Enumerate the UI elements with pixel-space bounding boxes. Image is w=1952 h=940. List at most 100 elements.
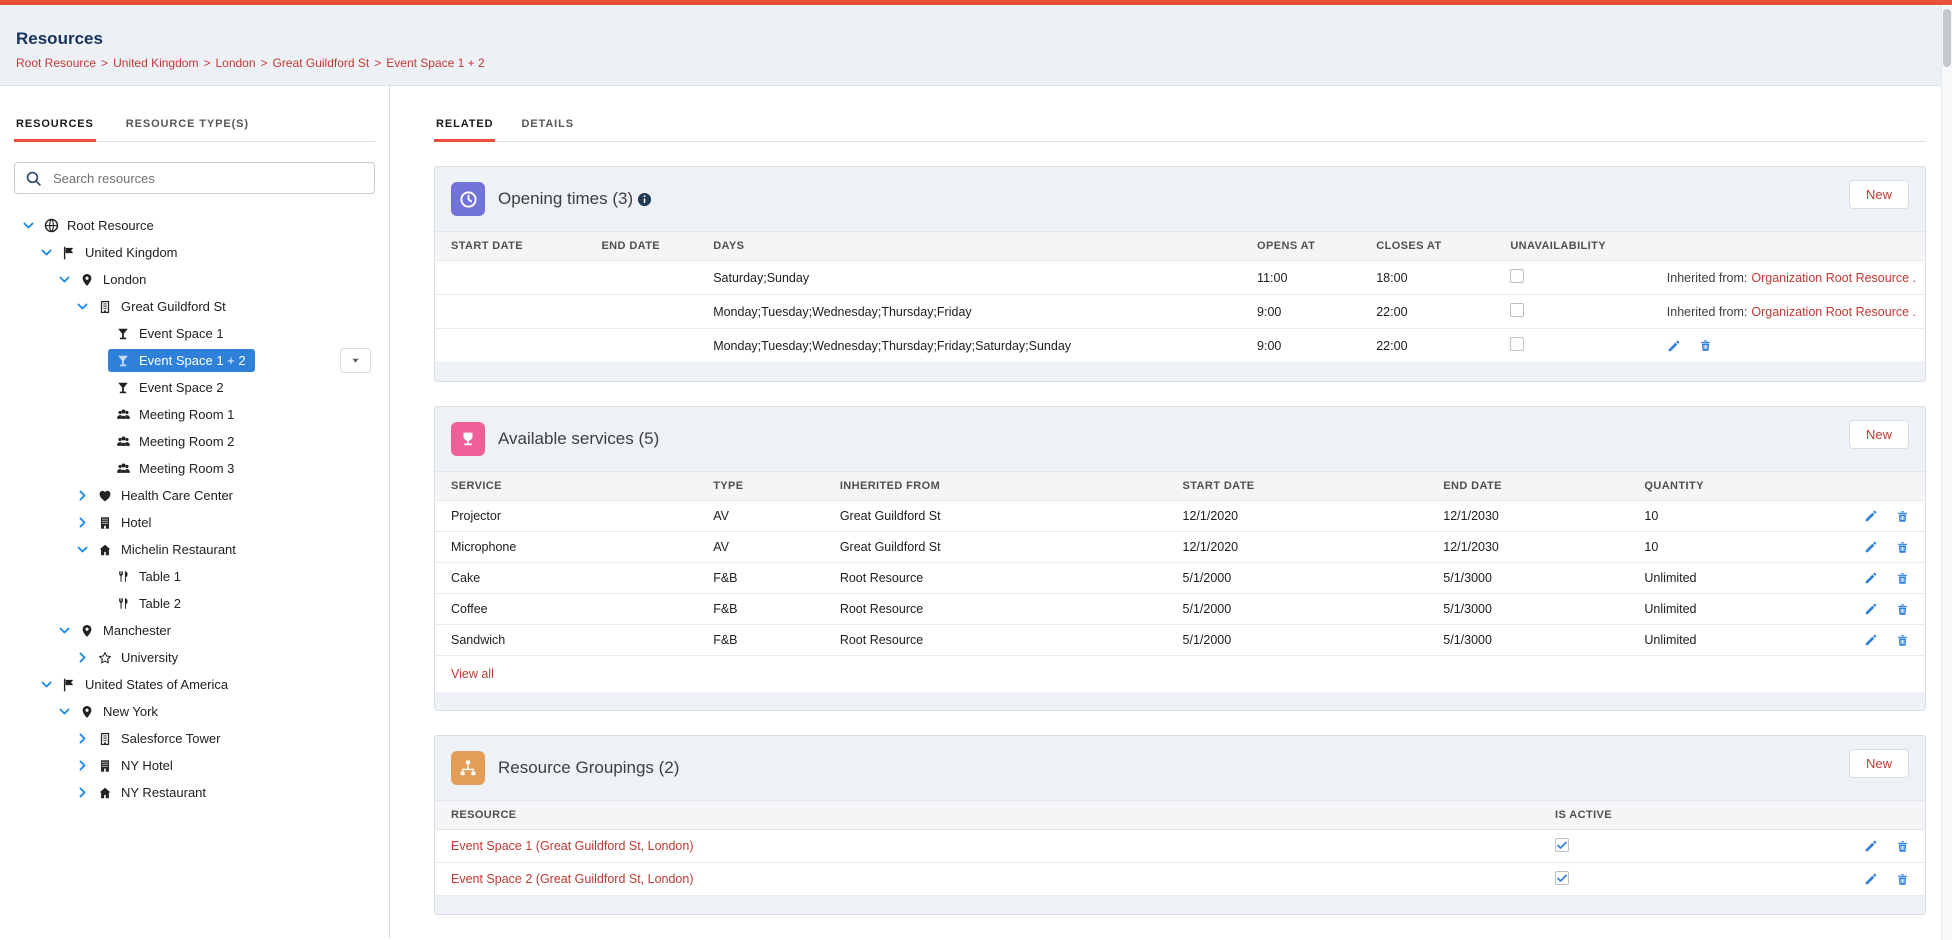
delete-button[interactable]: [1699, 339, 1712, 352]
chevron-down-icon[interactable]: [38, 678, 54, 691]
tree-item-united-states-of-america[interactable]: United States of America: [14, 671, 375, 698]
card-available-services: Available services (5)NewSERVICETYPEINHE…: [434, 406, 1926, 711]
edit-button[interactable]: [1667, 339, 1681, 353]
edit-button[interactable]: [1864, 602, 1878, 616]
chevron-right-icon[interactable]: [74, 516, 90, 529]
checkbox[interactable]: [1555, 871, 1569, 885]
breadcrumb-link-united-kingdom[interactable]: United Kingdom: [113, 56, 198, 70]
table-cell: 22:00: [1366, 295, 1500, 329]
breadcrumb-link-london[interactable]: London: [215, 56, 255, 70]
tree-item-event-space-1-2[interactable]: Event Space 1 + 2: [14, 347, 375, 374]
breadcrumb-separator: >: [101, 56, 108, 70]
tree-item-event-space-2[interactable]: Event Space 2: [14, 374, 375, 401]
tree-item-health-care-center[interactable]: Health Care Center: [14, 482, 375, 509]
tree-item-great-guildford-st[interactable]: Great Guildford St: [14, 293, 375, 320]
tree-item-meeting-room-1[interactable]: Meeting Room 1: [14, 401, 375, 428]
chevron-right-icon[interactable]: [74, 786, 90, 799]
users-icon: [114, 461, 132, 476]
tree-item-university[interactable]: University: [14, 644, 375, 671]
tab-related[interactable]: RELATED: [434, 112, 495, 141]
inherited-from-link[interactable]: Organization Root Resource .: [1751, 305, 1916, 319]
edit-button[interactable]: [1864, 872, 1878, 886]
tree-item-salesforce-tower[interactable]: Salesforce Tower: [14, 725, 375, 752]
chevron-down-icon[interactable]: [74, 300, 90, 313]
delete-button[interactable]: [1896, 840, 1909, 853]
delete-button[interactable]: [1896, 572, 1909, 585]
tree-item-label: Health Care Center: [121, 488, 233, 503]
column-header-end-date: END DATE: [1433, 472, 1634, 501]
table-cell: Root Resource: [830, 625, 1173, 656]
search-input[interactable]: [51, 170, 364, 187]
tree-item-hotel[interactable]: Hotel: [14, 509, 375, 536]
view-all-link[interactable]: View all: [451, 667, 494, 681]
chevron-down-icon[interactable]: [38, 246, 54, 259]
page-scrollbar-thumb[interactable]: [1943, 9, 1951, 67]
chevron-right-icon[interactable]: [74, 489, 90, 502]
trash-icon: [1896, 510, 1909, 523]
users-icon: [114, 407, 132, 422]
chevron-down-icon[interactable]: [20, 219, 36, 232]
tree-item-table-1[interactable]: Table 1: [14, 563, 375, 590]
tree-item-meeting-room-2[interactable]: Meeting Room 2: [14, 428, 375, 455]
delete-button[interactable]: [1896, 541, 1909, 554]
breadcrumb-link-event-space-1-2[interactable]: Event Space 1 + 2: [386, 56, 484, 70]
tab-resource-type-s[interactable]: RESOURCE TYPE(S): [124, 112, 251, 141]
pencil-icon: [1864, 839, 1878, 853]
resource-link[interactable]: Event Space 2 (Great Guildford St, Londo…: [451, 872, 694, 886]
checkbox[interactable]: [1555, 838, 1569, 852]
table-cell: [591, 329, 703, 363]
delete-button[interactable]: [1896, 603, 1909, 616]
chevron-down-icon[interactable]: [56, 624, 72, 637]
tree-item-table-2[interactable]: Table 2: [14, 590, 375, 617]
tree-item-event-space-1[interactable]: Event Space 1: [14, 320, 375, 347]
chevron-down-icon[interactable]: [74, 543, 90, 556]
tree-item-meeting-room-3[interactable]: Meeting Room 3: [14, 455, 375, 482]
tree-item-new-york[interactable]: New York: [14, 698, 375, 725]
pin-icon: [78, 705, 96, 719]
tree-item-root-resource[interactable]: Root Resource: [14, 212, 375, 239]
tree-item-michelin-restaurant[interactable]: Michelin Restaurant: [14, 536, 375, 563]
column-header-start-date: START DATE: [1173, 472, 1434, 501]
chevron-right-icon[interactable]: [74, 651, 90, 664]
delete-button[interactable]: [1896, 634, 1909, 647]
chevron-down-icon[interactable]: [56, 705, 72, 718]
tab-details[interactable]: DETAILS: [519, 112, 576, 141]
column-header-end-date: END DATE: [591, 232, 703, 261]
tree-item-menu-button[interactable]: [340, 348, 371, 373]
info-icon[interactable]: [637, 192, 652, 207]
table-row: CakeF&BRoot Resource5/1/20005/1/3000Unli…: [435, 563, 1925, 594]
checkbox[interactable]: [1510, 337, 1524, 351]
edit-button[interactable]: [1864, 540, 1878, 554]
column-header-closes-at: CLOSES AT: [1366, 232, 1500, 261]
chevron-right-icon[interactable]: [74, 759, 90, 772]
table-cell: [435, 261, 591, 295]
checkbox[interactable]: [1510, 303, 1524, 317]
row-actions: [1816, 633, 1915, 647]
chevron-right-icon[interactable]: [74, 732, 90, 745]
new-button[interactable]: New: [1849, 180, 1909, 209]
edit-button[interactable]: [1864, 839, 1878, 853]
checkbox[interactable]: [1510, 269, 1524, 283]
tab-resources[interactable]: RESOURCES: [14, 112, 96, 141]
column-header-inherited-from: INHERITED FROM: [830, 472, 1173, 501]
tree-item-ny-restaurant[interactable]: NY Restaurant: [14, 779, 375, 806]
delete-button[interactable]: [1896, 873, 1909, 886]
tree-item-united-kingdom[interactable]: United Kingdom: [14, 239, 375, 266]
edit-button[interactable]: [1864, 571, 1878, 585]
edit-button[interactable]: [1864, 633, 1878, 647]
tree-item-london[interactable]: London: [14, 266, 375, 293]
tree-item-ny-hotel[interactable]: NY Hotel: [14, 752, 375, 779]
breadcrumb-link-great-guildford-st[interactable]: Great Guildford St: [273, 56, 370, 70]
tree-item-manchester[interactable]: Manchester: [14, 617, 375, 644]
edit-button[interactable]: [1864, 509, 1878, 523]
inherited-from-link[interactable]: Organization Root Resource .: [1751, 271, 1916, 285]
trash-icon: [1896, 840, 1909, 853]
resource-link[interactable]: Event Space 1 (Great Guildford St, Londo…: [451, 839, 694, 853]
new-button[interactable]: New: [1849, 420, 1909, 449]
delete-button[interactable]: [1896, 510, 1909, 523]
new-button[interactable]: New: [1849, 749, 1909, 778]
cards-container: Opening times (3)NewSTART DATEEND DATEDA…: [434, 166, 1926, 915]
table-cell: Great Guildford St: [830, 532, 1173, 563]
chevron-down-icon[interactable]: [56, 273, 72, 286]
breadcrumb-link-root-resource[interactable]: Root Resource: [16, 56, 96, 70]
